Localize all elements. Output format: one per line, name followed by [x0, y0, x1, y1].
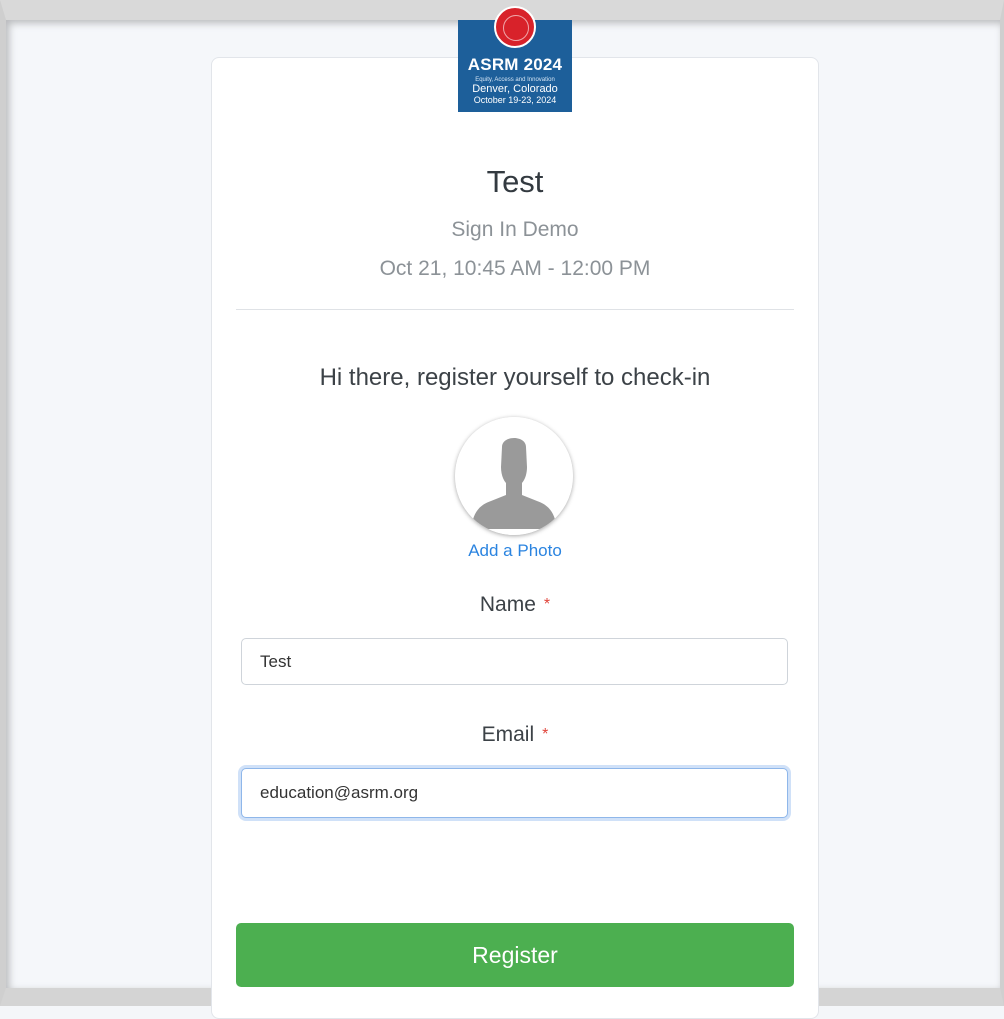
registration-card [211, 57, 819, 1019]
divider [236, 309, 794, 310]
person-silhouette-icon [455, 417, 573, 535]
name-input[interactable] [241, 638, 788, 685]
event-logo: ASRM 2024 Equity, Access and Innovation … [458, 6, 572, 112]
logo-dates: October 19-23, 2024 [473, 95, 557, 105]
event-title: Test [486, 164, 544, 199]
event-time: Oct 21, 10:45 AM - 12:00 PM [379, 257, 651, 280]
email-input[interactable] [241, 768, 788, 818]
required-marker: * [543, 596, 551, 613]
logo-title: ASRM 2024 [467, 55, 563, 74]
email-label: Email * [211, 723, 819, 747]
logo-seal-icon [494, 6, 536, 48]
name-label-text: Name [479, 593, 536, 616]
name-label: Name * [211, 593, 819, 617]
logo-city: Denver, Colorado [472, 83, 558, 95]
event-subtitle: Sign In Demo [451, 218, 579, 241]
greeting-text: Hi there, register yourself to check-in [319, 364, 711, 391]
required-marker: * [542, 726, 549, 743]
register-button[interactable]: Register [236, 923, 794, 987]
avatar-photo[interactable] [455, 417, 573, 535]
add-photo-link[interactable]: Add a Photo [211, 541, 819, 561]
email-label-text: Email [481, 723, 535, 746]
